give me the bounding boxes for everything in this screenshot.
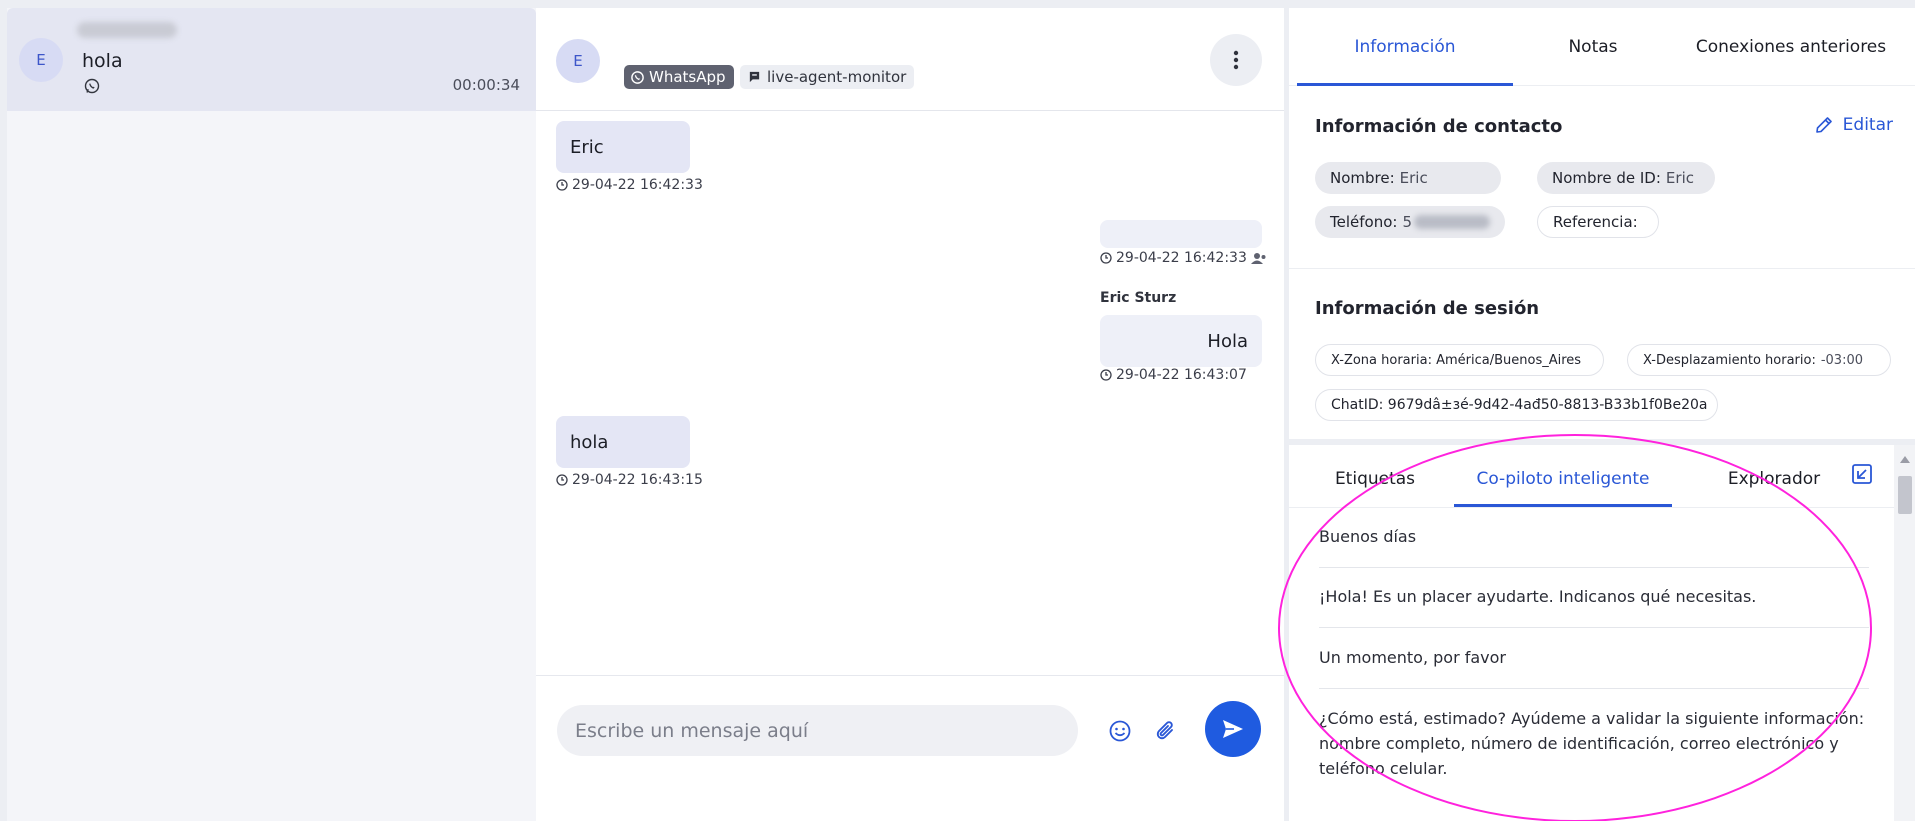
channel-tag: WhatsApp xyxy=(624,65,734,89)
flag-icon xyxy=(749,71,760,82)
tab-copiloto-inteligente[interactable]: Co-piloto inteligente xyxy=(1454,445,1672,513)
more-options-button[interactable] xyxy=(1210,34,1262,86)
contact-reference-chip: Referencia: xyxy=(1537,206,1659,238)
scrollbar-thumb[interactable] xyxy=(1898,476,1912,514)
suggestion-item[interactable]: ¡Hola! Es un placer ayudarte. Indicanos … xyxy=(1319,584,1867,609)
message-sender: Eric Sturz xyxy=(1100,290,1177,306)
message-bubble-outgoing: Hola xyxy=(1100,315,1262,367)
avatar: E xyxy=(556,39,600,83)
message-input[interactable] xyxy=(557,705,1078,756)
session-chatid-chip: ChatID: 9679dâ±ɜé-9d42-4ađ50-8813-B33b1f… xyxy=(1315,389,1718,421)
tab-explorador[interactable]: Explorador xyxy=(1709,445,1839,513)
contact-phone-chip: Teléfono: 5 xyxy=(1315,206,1505,238)
pencil-icon xyxy=(1815,117,1832,133)
conversation-item[interactable]: E hola 00:00:34 xyxy=(7,8,536,111)
monitor-tag: live-agent-monitor xyxy=(740,65,915,89)
session-offset-chip: X-Desplazamiento horario: -03:00 xyxy=(1627,344,1891,376)
message-bubble-outgoing xyxy=(1100,220,1262,248)
clock-icon xyxy=(556,179,568,191)
tab-informacion[interactable]: Información xyxy=(1297,8,1513,85)
last-message: hola xyxy=(82,50,123,72)
active-tab-indicator xyxy=(1454,504,1672,507)
session-info-title: Información de sesión xyxy=(1315,298,1540,319)
tabs-divider xyxy=(1289,507,1894,508)
suggestion-item[interactable]: ¿Cómo está, estimado? Ayúdeme a validar … xyxy=(1319,706,1867,781)
send-button[interactable] xyxy=(1205,701,1261,757)
message-timestamp: 29-04-22 16:42:33 xyxy=(556,177,703,193)
contact-name-chip: Nombre: Eric xyxy=(1315,162,1501,194)
section-divider xyxy=(1289,268,1915,269)
conversation-duration: 00:00:34 xyxy=(452,76,520,94)
clock-icon xyxy=(1100,369,1112,381)
details-panel: Información Notas Conexiones anteriores … xyxy=(1289,8,1915,821)
avatar: E xyxy=(19,38,63,82)
clock-icon xyxy=(556,474,568,486)
suggestion-divider xyxy=(1319,567,1869,568)
emoji-icon[interactable] xyxy=(1108,719,1132,743)
message-timestamp: 29-04-22 16:43:07 xyxy=(1100,367,1247,383)
scroll-up-arrow-icon[interactable] xyxy=(1900,456,1910,463)
contact-name-redacted xyxy=(77,22,177,38)
send-icon xyxy=(1223,720,1243,738)
suggestion-item[interactable]: Buenos días xyxy=(1319,524,1867,549)
clock-icon xyxy=(1100,252,1112,264)
edit-contact-button[interactable]: Editar xyxy=(1815,115,1893,135)
chat-panel: E WhatsApp live-agent-monitor Eric 29-04… xyxy=(536,8,1284,821)
suggestion-divider xyxy=(1319,688,1869,689)
composer-divider xyxy=(536,675,1284,676)
active-tab-indicator xyxy=(1297,83,1513,86)
chat-header: E WhatsApp live-agent-monitor xyxy=(536,8,1284,111)
tab-conexiones-anteriores[interactable]: Conexiones anteriores xyxy=(1673,8,1909,85)
contact-info-title: Información de contacto xyxy=(1315,116,1563,137)
phone-redacted xyxy=(1413,215,1490,229)
message-bubble-incoming: hola xyxy=(556,416,690,468)
expand-icon[interactable] xyxy=(1851,463,1873,485)
contact-id-name-chip: Nombre de ID: Eric xyxy=(1537,162,1715,194)
suggestion-divider xyxy=(1319,627,1869,628)
kebab-icon xyxy=(1233,50,1239,70)
agent-icon xyxy=(1250,253,1266,264)
tab-etiquetas[interactable]: Etiquetas xyxy=(1315,445,1435,513)
attachment-icon[interactable] xyxy=(1154,719,1178,743)
message-timestamp: 29-04-22 16:42:33 xyxy=(1100,250,1267,266)
tab-notas[interactable]: Notas xyxy=(1513,8,1673,85)
suggestion-item[interactable]: Un momento, por favor xyxy=(1319,645,1867,670)
whatsapp-icon xyxy=(84,78,100,94)
whatsapp-icon xyxy=(631,70,644,84)
conversation-list: E hola 00:00:34 xyxy=(7,8,536,821)
session-timezone-chip: X-Zona horaria: América/Buenos_Aires xyxy=(1315,344,1604,376)
message-bubble-incoming: Eric xyxy=(556,121,690,173)
message-timestamp: 29-04-22 16:43:15 xyxy=(556,472,703,488)
